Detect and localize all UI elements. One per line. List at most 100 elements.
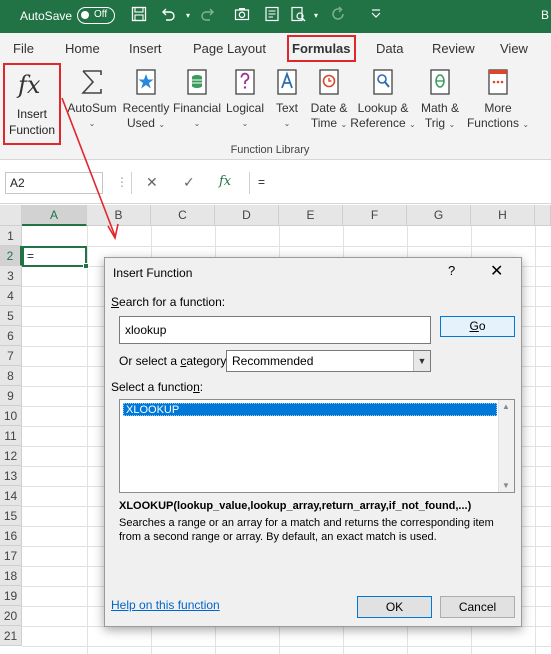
column-header-c[interactable]: C — [151, 205, 215, 226]
row-header-8[interactable]: 8 — [0, 366, 22, 386]
row-header-1[interactable]: 1 — [0, 226, 22, 246]
tab-page-layout[interactable]: Page Layout — [193, 41, 266, 56]
active-cell-a2[interactable]: = — [22, 246, 89, 269]
list-scrollbar[interactable]: ▲ ▼ — [498, 400, 514, 492]
go-button[interactable]: Go — [440, 316, 515, 337]
column-header-i[interactable] — [535, 205, 551, 226]
logical-button[interactable]: Logical ⌄ — [223, 67, 267, 131]
tab-formulas[interactable]: Formulas — [287, 35, 356, 62]
row-header-10[interactable]: 10 — [0, 406, 22, 426]
row-header-7[interactable]: 7 — [0, 346, 22, 366]
row-header-18[interactable]: 18 — [0, 566, 22, 586]
refresh-icon[interactable] — [328, 6, 348, 26]
tab-home[interactable]: Home — [65, 41, 100, 56]
list-item[interactable]: XLOOKUP — [123, 403, 497, 416]
help-on-function-link[interactable]: Help on this function — [111, 598, 220, 612]
save-icon[interactable] — [129, 6, 149, 26]
customize-toolbar-icon[interactable] — [366, 6, 386, 26]
financial-label: Financial — [172, 101, 222, 115]
row-header-21[interactable]: 21 — [0, 626, 22, 646]
row-header-16[interactable]: 16 — [0, 526, 22, 546]
search-function-input[interactable] — [119, 316, 431, 344]
function-signature: XLOOKUP(lookup_value,lookup_array,return… — [119, 500, 472, 512]
column-header-b[interactable]: B — [87, 205, 151, 226]
column-header-d[interactable]: D — [215, 205, 279, 226]
function-library-group-label: Function Library — [230, 144, 310, 156]
row-header-17[interactable]: 17 — [0, 546, 22, 566]
gridline — [87, 226, 88, 654]
tab-review[interactable]: Review — [432, 41, 475, 56]
category-select[interactable]: Recommended ▼ — [226, 350, 431, 372]
row-header-11[interactable]: 11 — [0, 426, 22, 446]
autosum-label: AutoSum — [67, 101, 117, 115]
row-header-4[interactable]: 4 — [0, 286, 22, 306]
math-trig-dropdown-icon: ⌄ — [448, 120, 456, 129]
row-header-15[interactable]: 15 — [0, 506, 22, 526]
formula-bar: A2 ⋮ ✕ ✓ fx = — [0, 160, 551, 204]
search-label: Search for a function: — [111, 295, 226, 309]
undo-dropdown-icon[interactable]: ▾ — [178, 6, 198, 26]
column-header-e[interactable]: E — [279, 205, 343, 226]
row-header-5[interactable]: 5 — [0, 306, 22, 326]
lookup-reference-dropdown-icon: ⌄ — [409, 120, 416, 129]
select-all-corner[interactable] — [0, 205, 22, 226]
column-header-h[interactable]: H — [471, 205, 535, 226]
tab-file[interactable]: File — [13, 41, 34, 56]
logical-label: Logical — [225, 101, 265, 115]
function-list[interactable]: XLOOKUP ▲ ▼ — [119, 399, 515, 493]
scroll-up-icon[interactable]: ▲ — [502, 402, 510, 411]
lookup-reference-button[interactable]: Lookup & Reference ⌄ — [350, 67, 416, 132]
recently-used-button[interactable]: Recently Used ⌄ — [121, 67, 171, 132]
tab-view[interactable]: View — [500, 41, 528, 56]
more-options-icon[interactable]: ⋮ — [116, 175, 128, 189]
fill-handle[interactable] — [83, 263, 89, 269]
confirm-entry-icon[interactable]: ✓ — [183, 174, 195, 191]
cancel-button[interactable]: Cancel — [440, 596, 515, 618]
redo-icon[interactable] — [198, 6, 218, 26]
row-header-12[interactable]: 12 — [0, 446, 22, 466]
print-preview-icon[interactable] — [288, 6, 308, 26]
theta-book-icon — [430, 69, 450, 95]
financial-button[interactable]: Financial ⌄ — [171, 67, 223, 131]
autosum-button[interactable]: AutoSum ⌄ — [64, 67, 120, 131]
autosave-toggle[interactable]: Off — [77, 7, 115, 24]
formula-input[interactable]: = — [249, 172, 551, 194]
more-book-icon — [488, 69, 508, 95]
row-header-3[interactable]: 3 — [0, 266, 22, 286]
lookup-reference-label-2: Reference — [350, 116, 406, 130]
more-functions-button[interactable]: More Functions ⌄ — [464, 67, 532, 132]
chevron-down-icon[interactable]: ▼ — [413, 351, 430, 371]
row-header-14[interactable]: 14 — [0, 486, 22, 506]
help-icon[interactable]: ? — [448, 263, 455, 278]
text-label: Text — [275, 101, 298, 115]
close-icon[interactable]: ✕ — [490, 261, 503, 281]
form-icon[interactable] — [262, 6, 282, 26]
scroll-down-icon[interactable]: ▼ — [502, 481, 510, 490]
row-header-2[interactable]: 2 — [0, 246, 22, 266]
tab-data[interactable]: Data — [376, 41, 403, 56]
ok-button[interactable]: OK — [357, 596, 432, 618]
math-trig-button[interactable]: Math & Trig ⌄ — [416, 67, 464, 132]
more-dropdown-icon[interactable]: ▾ — [306, 6, 326, 26]
row-header-20[interactable]: 20 — [0, 606, 22, 626]
insert-function-fx-icon[interactable]: fx — [219, 174, 231, 189]
undo-icon[interactable] — [158, 6, 178, 26]
row-header-6[interactable]: 6 — [0, 326, 22, 346]
name-box[interactable]: A2 — [5, 172, 103, 194]
column-header-f[interactable]: F — [343, 205, 407, 226]
row-header-19[interactable]: 19 — [0, 586, 22, 606]
row-header-9[interactable]: 9 — [0, 386, 22, 406]
insert-function-button[interactable]: fx Insert Function — [3, 63, 61, 145]
tab-insert[interactable]: Insert — [129, 41, 162, 56]
magnifier-book-icon — [373, 69, 393, 95]
camera-icon[interactable] — [232, 6, 252, 26]
row-header-13[interactable]: 13 — [0, 466, 22, 486]
column-header-a[interactable]: A — [22, 205, 87, 226]
date-time-button[interactable]: Date & Time ⌄ — [307, 67, 351, 132]
column-header-g[interactable]: G — [407, 205, 471, 226]
math-trig-label-1: Math & — [420, 101, 459, 115]
cancel-entry-icon[interactable]: ✕ — [146, 174, 158, 191]
category-label: Or select a category: — [119, 354, 230, 368]
text-button[interactable]: Text ⌄ — [267, 67, 307, 131]
gridline — [22, 246, 551, 247]
